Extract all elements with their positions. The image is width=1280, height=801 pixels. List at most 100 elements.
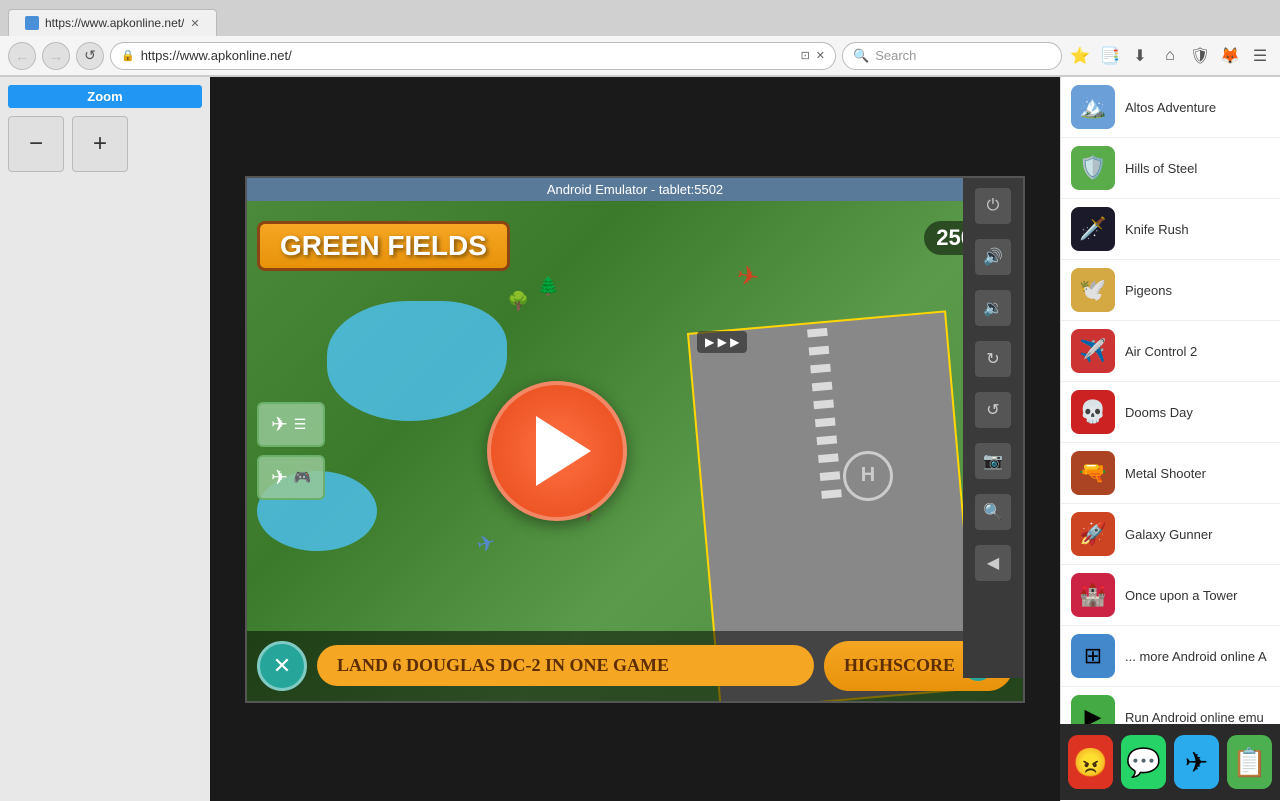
sidebar-label-pigeons: Pigeons <box>1125 283 1172 298</box>
menu-planes-button[interactable]: ✈ ☰ <box>257 402 325 447</box>
search-box[interactable]: 🔍 Search <box>842 42 1062 70</box>
sidebar-item-once-upon-a-tower[interactable]: 🏰 Once upon a Tower <box>1061 565 1280 626</box>
sidebar-item-pigeons[interactable]: 🕊️ Pigeons <box>1061 260 1280 321</box>
power-button[interactable]: ⏻ <box>975 188 1011 224</box>
close-tab-icon[interactable]: ✕ <box>816 49 825 62</box>
emulator-window: Android Emulator - tablet:5502 ─ ✕ Green… <box>245 176 1025 703</box>
reload-button[interactable]: ↺ <box>76 42 104 70</box>
browser-tab[interactable]: https://www.apkonline.net/ ✕ <box>8 9 217 36</box>
emulator-body: Green Fields 250 🌳 🌲 🌳 <box>247 201 1023 701</box>
rotate2-button[interactable]: ↺ <box>975 392 1011 428</box>
left-menu: ✈ ☰ ✈ 🎮 <box>257 402 325 500</box>
play-button[interactable] <box>487 381 627 521</box>
sidebar-item-hills-of-steel[interactable]: 🛡️ Hills of Steel <box>1061 138 1280 199</box>
sidebar-thumb-hills-of-steel: 🛡️ <box>1071 146 1115 190</box>
firefox-icon[interactable]: 🦊 <box>1218 44 1242 68</box>
bookmark-star-icon[interactable]: ⭐ <box>1068 44 1092 68</box>
game-area: Android Emulator - tablet:5502 ─ ✕ Green… <box>210 77 1060 801</box>
runway-mark <box>810 363 831 373</box>
taskbar-icon-angry-birds[interactable]: 😠 <box>1068 735 1113 789</box>
volume-down-icon: 🔉 <box>983 298 1003 318</box>
toolbar-icons: ⭐ 📑 ⬇ ⌂ 🛡 🦊 ☰ <box>1068 44 1272 68</box>
volume-up-button[interactable]: 🔊 <box>975 239 1011 275</box>
nav-bar: ← → ↺ 🔒 https://www.apkonline.net/ ⊡ ✕ 🔍… <box>0 36 1280 76</box>
runway-mark <box>817 435 838 445</box>
home-icon[interactable]: ⌂ <box>1158 44 1182 68</box>
sidebar-label-knife-rush: Knife Rush <box>1125 222 1189 237</box>
screenshot-icon: 📷 <box>983 451 1003 471</box>
runway-mark <box>809 345 830 355</box>
forward-icon: → <box>49 48 63 64</box>
shield-icon[interactable]: 🛡 <box>1188 44 1212 68</box>
runway-mark <box>807 327 828 337</box>
zoom-out-icon: − <box>29 130 43 158</box>
address-bar[interactable]: 🔒 https://www.apkonline.net/ ⊡ ✕ <box>110 42 836 70</box>
sidebar-label-hills-of-steel: Hills of Steel <box>1125 161 1197 176</box>
sidebar-item-altos-adventure[interactable]: 🏔️Altos Adventure <box>1061 77 1280 138</box>
zoom-side-button[interactable]: 🔍 <box>975 494 1011 530</box>
taskbar-icon-whatsapp[interactable]: 💬 <box>1121 735 1166 789</box>
sidebar-label-more-android: ... more Android online A <box>1125 649 1267 664</box>
taskbar-icon-telegram[interactable]: ✈ <box>1174 735 1219 789</box>
tab-close-button[interactable]: ✕ <box>190 17 199 30</box>
rotate-button[interactable]: ↻ <box>975 341 1011 377</box>
sidebar-item-knife-rush[interactable]: 🗡️ Knife Rush <box>1061 199 1280 260</box>
sidebar-thumb-once-upon-a-tower: 🏰 <box>1071 573 1115 617</box>
zoom-out-button[interactable]: − <box>8 116 64 172</box>
sidebar-label-once-upon-a-tower: Once upon a Tower <box>1125 588 1238 603</box>
sidebar-thumb-pigeons: 🕊️ <box>1071 268 1115 312</box>
rotate-icon: ↻ <box>986 349 999 369</box>
game-scene: Green Fields 250 🌳 🌲 🌳 <box>247 201 1023 701</box>
sidebar-item-galaxy-gunner[interactable]: 🚀Galaxy Gunner <box>1061 504 1280 565</box>
back-button[interactable]: ← <box>8 42 36 70</box>
zoom-icon: 🔍 <box>983 502 1003 522</box>
volume-down-button[interactable]: 🔉 <box>975 290 1011 326</box>
screenshot-button[interactable]: 📷 <box>975 443 1011 479</box>
sidebar-label-dooms-day: Dooms Day <box>1125 405 1193 420</box>
play-icon <box>536 416 591 486</box>
emulator-side-panel: ⏻ 🔊 🔉 ↻ ↺ 📷 <box>963 178 1023 678</box>
ff-buttons[interactable]: ▶ ▶ ▶ <box>697 331 747 353</box>
forward-button[interactable]: → <box>42 42 70 70</box>
power-icon: ⏻ <box>987 197 1000 215</box>
taskbar-icon-game4[interactable]: 📋 <box>1227 735 1272 789</box>
search-icon: 🔍 <box>853 48 869 64</box>
sidebar-item-air-control-2[interactable]: ✈️Air Control 2 <box>1061 321 1280 382</box>
sidebar-item-metal-shooter[interactable]: 🔫Metal Shooter <box>1061 443 1280 504</box>
secure-icon: 🔒 <box>121 49 135 62</box>
tab-label: https://www.apkonline.net/ <box>45 16 184 30</box>
mission-text: Land 6 Douglas DC-2 in one game <box>317 645 814 686</box>
back-side-button[interactable]: ◀ <box>975 545 1011 581</box>
sidebar-item-more-android[interactable]: ⊞... more Android online A <box>1061 626 1280 687</box>
runway-mark <box>812 381 833 391</box>
rotate2-icon: ↺ <box>986 400 999 420</box>
tab-bar: https://www.apkonline.net/ ✕ <box>0 0 1280 36</box>
sidebar-label-galaxy-gunner: Galaxy Gunner <box>1125 527 1212 542</box>
reader-icon: ⊡ <box>801 49 810 62</box>
menu-icon[interactable]: ☰ <box>1248 44 1272 68</box>
back-icon: ◀ <box>987 553 999 573</box>
tree-2: 🌲 <box>537 276 559 297</box>
bookmarks-icon[interactable]: 📑 <box>1098 44 1122 68</box>
zoom-in-button[interactable]: + <box>72 116 128 172</box>
sidebar-thumb-knife-rush: 🗡️ <box>1071 207 1115 251</box>
browser-chrome: https://www.apkonline.net/ ✕ ← → ↺ 🔒 htt… <box>0 0 1280 77</box>
menu-controller-button[interactable]: ✈ 🎮 <box>257 455 325 500</box>
game-content[interactable]: Green Fields 250 🌳 🌲 🌳 <box>247 201 1023 701</box>
sidebar-item-dooms-day[interactable]: 💀Dooms Day <box>1061 382 1280 443</box>
reload-icon: ↺ <box>84 47 96 64</box>
search-placeholder: Search <box>875 48 916 63</box>
ff-icon: ▶ ▶ ▶ <box>705 335 739 349</box>
right-sidebar: 🏔️Altos Adventure 🛡️ Hills of Steel 🗡️ Knife… <box>1060 77 1280 801</box>
planes-list-icon: ☰ <box>294 416 307 433</box>
gamepad-icon: 🎮 <box>294 469 311 486</box>
download-icon[interactable]: ⬇ <box>1128 44 1152 68</box>
taskbar: 😠💬✈📋 <box>1060 724 1280 800</box>
volume-up-icon: 🔊 <box>983 247 1003 267</box>
sidebar-label-air-control-2: Air Control 2 <box>1125 344 1197 359</box>
emulator-title: Android Emulator - tablet:5502 <box>547 182 723 197</box>
sidebar-label-altos-adventure: Altos Adventure <box>1125 100 1216 115</box>
mission-icon: ✕ <box>257 641 307 691</box>
emulator-titlebar: Android Emulator - tablet:5502 ─ ✕ <box>247 178 1023 201</box>
url-text: https://www.apkonline.net/ <box>141 48 795 63</box>
